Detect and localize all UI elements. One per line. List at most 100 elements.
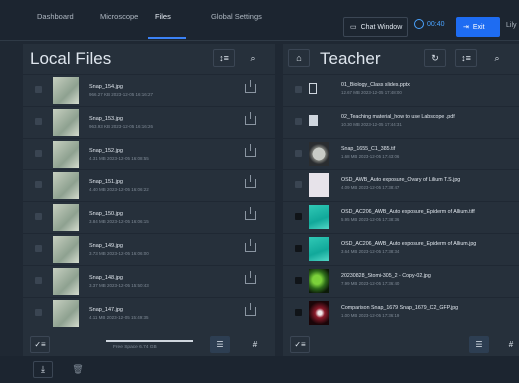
file-thumbnail [309,300,329,325]
sort-icon: ↕≡ [461,53,471,63]
file-thumbnail [53,204,79,232]
select-checkbox[interactable] [295,117,302,125]
list-item[interactable]: Snap_154.jpg 966.27 KB 2023-12-05 16:16:… [23,74,275,106]
select-checkbox[interactable] [295,244,302,252]
file-thumbnail [53,77,79,104]
list-view-icon: ☰ [216,340,224,349]
file-thumbnail [53,140,79,168]
pdf-icon [309,114,318,126]
upload-icon[interactable] [245,175,256,189]
tab-files[interactable]: Files [155,12,171,21]
tab-microscope[interactable]: Microscope [100,12,138,21]
list-item[interactable]: OSD_AC206_AWB_Auto exposure_Epiderm of A… [283,232,519,265]
free-space-label: Free Space 6.74 GB [113,345,157,350]
trash-icon: 🗑 [72,364,84,374]
list-item[interactable]: 02_Teaching material_how to use Labscope… [283,105,519,138]
list-item[interactable]: OSD_AC206_AWB_Auto exposure_Epiderm of A… [283,201,519,233]
file-thumbnail [309,205,329,230]
search-button[interactable]: ⌕ [486,49,508,67]
upload-icon[interactable] [245,238,256,252]
file-thumbnail [53,172,79,200]
file-thumbnail [309,173,329,198]
folder-button[interactable]: ⌂ [288,49,310,67]
chat-window-button[interactable]: ▭ Chat Window [343,17,408,37]
list-item[interactable]: Snap_152.jpg 4.31 MB 2023-12-05 16:08:55 [23,137,275,170]
select-checkbox[interactable] [35,213,42,221]
sort-button[interactable]: ↕≡ [213,49,235,67]
teacher-panel: ⌂ Teacher ↻ ↕≡ ⌕ 01_Biology_Class slides… [283,44,519,333]
list-item[interactable]: OSD_AWB_Auto exposure_Ovary of Lilium T.… [283,169,519,201]
file-meta: 1.00 MB 2023-12-05 17:36:19 [341,312,400,318]
timer-value: 00:40 [427,20,445,28]
session-timer: 00:40 [414,19,445,29]
folder-icon: ⌂ [296,53,302,63]
upload-icon[interactable] [245,302,256,316]
local-files-panel: Local Files ↕≡ ⌕ Snap_154.jpg 966.27 KB … [23,44,275,333]
delete-button[interactable]: 🗑 [68,361,88,378]
teacher-title: Teacher [320,49,381,68]
select-checkbox[interactable] [295,181,302,189]
tab-global-settings[interactable]: Global Settings [211,12,262,21]
select-checkbox[interactable] [35,276,42,284]
exit-button[interactable]: ⇥ Exit [456,17,500,37]
local-files-title: Local Files [30,49,112,68]
teacher-file-list: 01_Biology_Class slides.pptx 12.67 MB 20… [283,74,519,328]
download-icon: ⤓ [41,364,45,374]
grid-view-button[interactable]: # [245,336,265,353]
file-name: OSD_AC206_AWB_Auto exposure_Epiderm of A… [341,240,477,247]
user-name[interactable]: Lily [506,22,517,29]
search-button[interactable]: ⌕ [242,49,264,67]
grid-view-button[interactable]: # [501,336,519,353]
file-meta: 7.99 MB 2023-12-05 17:36:40 [341,280,400,286]
select-checkbox[interactable] [295,149,302,157]
download-button[interactable]: ⤓ [33,361,53,378]
list-item[interactable]: Snap_151.jpg 4.40 MB 2023-12-05 16:06:22 [23,169,275,201]
file-meta: 3.64 MB 2023-12-05 17:38:34 [341,248,400,254]
grid-view-icon: # [252,340,258,349]
list-item[interactable]: 20230828_Stomi-305_2 - Copy-02.jpg 7.99 … [283,264,519,297]
select-all-button[interactable]: ✓≡ [30,336,50,353]
upload-icon[interactable] [245,143,256,157]
file-name: 01_Biology_Class slides.pptx [341,82,410,88]
left-margin [0,44,23,333]
select-checkbox[interactable] [35,149,42,157]
file-name: Snap_149.jpg [89,242,123,249]
tab-dashboard[interactable]: Dashboard [37,12,74,21]
select-checkbox[interactable] [295,276,302,284]
list-item[interactable]: Snap_149.jpg 3.73 MB 2023-12-05 16:06:00 [23,232,275,265]
upload-icon[interactable] [245,111,256,125]
chat-window-label: Chat Window [360,23,403,31]
list-view-button[interactable]: ☰ [469,336,489,353]
file-meta: 3.73 MB 2023-12-05 16:06:00 [89,250,149,256]
select-checkbox[interactable] [35,86,42,93]
select-checkbox[interactable] [295,86,302,93]
upload-icon[interactable] [245,207,256,221]
list-item[interactable]: Snap_148.jpg 3.37 MB 2023-12-05 15:50:43 [23,264,275,297]
list-item[interactable]: Snap_1655_C1_385.tif 1.68 MB 2023-12-05 … [283,137,519,170]
select-checkbox[interactable] [295,213,302,221]
list-item[interactable]: Snap_153.jpg 963.93 KB 2023-12-05 16:16:… [23,105,275,138]
upload-icon[interactable] [245,80,256,93]
local-file-list: Snap_154.jpg 966.27 KB 2023-12-05 16:16:… [23,74,275,328]
select-checkbox[interactable] [295,308,302,316]
select-checkbox[interactable] [35,117,42,125]
select-all-icon: ✓≡ [34,340,46,349]
list-item[interactable]: 01_Biology_Class slides.pptx 12.67 MB 20… [283,74,519,106]
list-item[interactable]: Snap_147.jpg 4.11 MB 2023-12-05 15:49:35 [23,296,275,329]
list-item[interactable]: Snap_150.jpg 3.84 MB 2023-12-05 16:06:15 [23,201,275,233]
select-all-icon: ✓≡ [294,340,306,349]
select-checkbox[interactable] [35,244,42,252]
file-name: Snap_151.jpg [89,179,123,186]
select-checkbox[interactable] [35,308,42,316]
file-name: OSD_AWB_Auto exposure_Ovary of Lilium T.… [341,177,461,184]
list-view-button[interactable]: ☰ [210,336,230,353]
sort-button[interactable]: ↕≡ [455,49,477,67]
file-meta: 4.09 MB 2023-12-05 17:38:47 [341,185,400,191]
select-all-button[interactable]: ✓≡ [290,336,310,353]
upload-icon[interactable] [245,270,256,284]
file-meta: 4.31 MB 2023-12-05 16:08:55 [89,155,149,161]
list-item[interactable]: Comparison Snap_1679 Snap_1679_C2_GFP.jp… [283,296,519,329]
list-view-icon: ☰ [475,340,483,349]
refresh-button[interactable]: ↻ [424,49,446,67]
select-checkbox[interactable] [35,181,42,189]
